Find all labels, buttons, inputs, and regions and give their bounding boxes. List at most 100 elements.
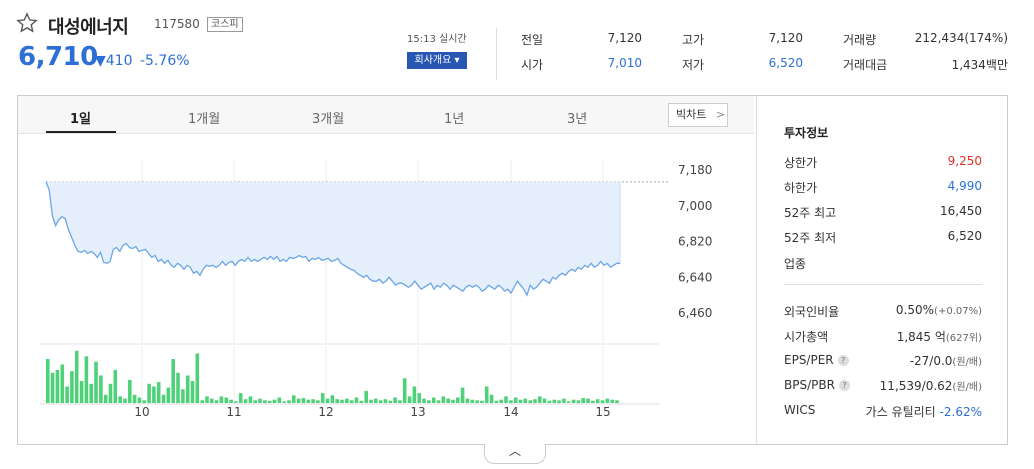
- volume-bar: [349, 400, 354, 404]
- market-badge: 코스피: [207, 17, 243, 32]
- volume-bar: [489, 394, 494, 404]
- volume-bar: [576, 400, 581, 404]
- stat-value-high: 7,120: [768, 31, 803, 45]
- bps-pbr-unit: (원/배): [952, 382, 982, 393]
- volume-bar: [46, 359, 50, 403]
- volume-bar: [378, 400, 383, 404]
- foreign-ratio-main: 0.50%: [895, 303, 935, 317]
- volume-bar: [267, 400, 272, 403]
- stock-name: 대성에너지: [48, 17, 129, 38]
- volume-bar: [600, 400, 605, 404]
- volume-bar: [190, 381, 195, 403]
- tab-3month[interactable]: 3개월: [312, 108, 344, 127]
- wics-value: 가스 유틸리티 -2.62%: [840, 403, 982, 420]
- period-tab-bar: [18, 96, 754, 134]
- realtime-label: 15:13 실시간: [407, 34, 467, 45]
- 52w-low-label: 52주 최저: [784, 231, 837, 245]
- volume-bar: [504, 396, 508, 403]
- volume-bar: [60, 364, 65, 403]
- volume-bar: [359, 400, 364, 403]
- volume-bar: [316, 400, 320, 404]
- tab-1year[interactable]: 1년: [444, 108, 464, 127]
- bps-pbr-main: 11,539/0.62: [879, 379, 953, 393]
- volume-bar: [605, 398, 610, 403]
- volume-bar: [195, 353, 200, 403]
- chevron-up-icon: ︿: [508, 444, 521, 458]
- volume-bar: [171, 359, 175, 403]
- volume-bar: [595, 399, 600, 404]
- stat-value-open: 7,010: [607, 56, 642, 70]
- volume-bar: [340, 399, 344, 403]
- stat-label-trade-value: 거래대금: [843, 58, 888, 72]
- volume-bar: [166, 387, 171, 403]
- volume-bar: [523, 398, 528, 403]
- volume-bar: [446, 398, 450, 403]
- tab-3year[interactable]: 3년: [567, 108, 587, 127]
- volume-bar: [470, 399, 475, 403]
- volume-bar: [427, 400, 431, 404]
- stat-label-volume: 거래량: [843, 33, 877, 47]
- volume-bar: [65, 386, 69, 403]
- volume-bar: [615, 400, 619, 404]
- volume-bar: [431, 397, 436, 403]
- stat-value-volume: 212,434(174%): [914, 31, 1008, 45]
- volume-bar: [74, 350, 79, 404]
- volume-bar: [296, 398, 301, 403]
- foreign-ratio-label: 외국인비율: [784, 305, 840, 319]
- wics-industry[interactable]: 가스 유틸리티: [866, 405, 936, 419]
- bigchart-button[interactable]: 빅차트 >: [668, 103, 728, 127]
- volume-bar: [571, 399, 576, 403]
- volume-bar: [475, 400, 479, 404]
- volume-bar: [234, 401, 238, 403]
- eps-per-main: -27/0.0: [909, 354, 953, 368]
- upper-limit-value: 9,250: [947, 154, 982, 168]
- volume-bar: [586, 398, 590, 403]
- market-cap-label: 시가총액: [784, 330, 829, 344]
- volume-bar: [258, 398, 262, 403]
- volume-bar: [581, 398, 585, 404]
- stat-label-low: 저가: [682, 58, 705, 72]
- y-tick-label: 6,820: [678, 235, 712, 249]
- volume-bar: [528, 400, 532, 404]
- volume-bar: [70, 371, 74, 403]
- volume-bar: [533, 399, 537, 404]
- volume-bar: [456, 397, 460, 403]
- volume-bar: [335, 399, 339, 404]
- volume-bar: [374, 398, 378, 403]
- stock-code: 117580: [154, 17, 200, 31]
- volume-bar: [142, 400, 147, 404]
- 52w-high-value: 16,450: [940, 204, 982, 218]
- volume-bar: [383, 399, 388, 404]
- foreign-ratio-value: 0.50%(+0.07%): [840, 303, 982, 317]
- volume-bar: [238, 393, 243, 403]
- tab-1month[interactable]: 1개월: [188, 108, 220, 127]
- price-chart: 7,180 7,000 6,820 6,640 6,460 10 11 12 13 14 15: [40, 160, 712, 418]
- price-area: [46, 181, 620, 296]
- volume-bar: [301, 398, 306, 404]
- y-tick-label: 7,000: [678, 199, 712, 213]
- x-tick-label: 11: [226, 405, 241, 418]
- volume-bar: [94, 361, 98, 404]
- volume-bar: [513, 397, 518, 403]
- volume-bar: [287, 400, 291, 404]
- tab-1day[interactable]: 1일: [70, 108, 91, 127]
- volume-bar: [128, 379, 132, 403]
- stat-label-open: 시가: [521, 58, 544, 72]
- volume-bar: [610, 399, 614, 403]
- y-tick-label: 6,640: [678, 270, 712, 284]
- collapse-handle[interactable]: ︿: [484, 444, 546, 464]
- volume-bar: [518, 399, 523, 403]
- volume-bar: [152, 386, 156, 403]
- current-price: 6,710: [18, 42, 98, 72]
- company-overview-button[interactable]: 회사개요 ▾: [407, 52, 467, 69]
- volume-bar: [364, 390, 368, 403]
- volume-bar: [263, 400, 267, 404]
- favorite-star-icon[interactable]: [16, 12, 38, 34]
- volume-bar: [55, 370, 60, 403]
- volume-bar: [509, 400, 513, 404]
- volume-bar: [200, 400, 204, 404]
- volume-bar: [306, 399, 311, 403]
- volume-bar: [557, 400, 561, 404]
- 52w-high-label: 52주 최고: [784, 206, 837, 220]
- bigchart-label: 빅차트: [676, 108, 707, 121]
